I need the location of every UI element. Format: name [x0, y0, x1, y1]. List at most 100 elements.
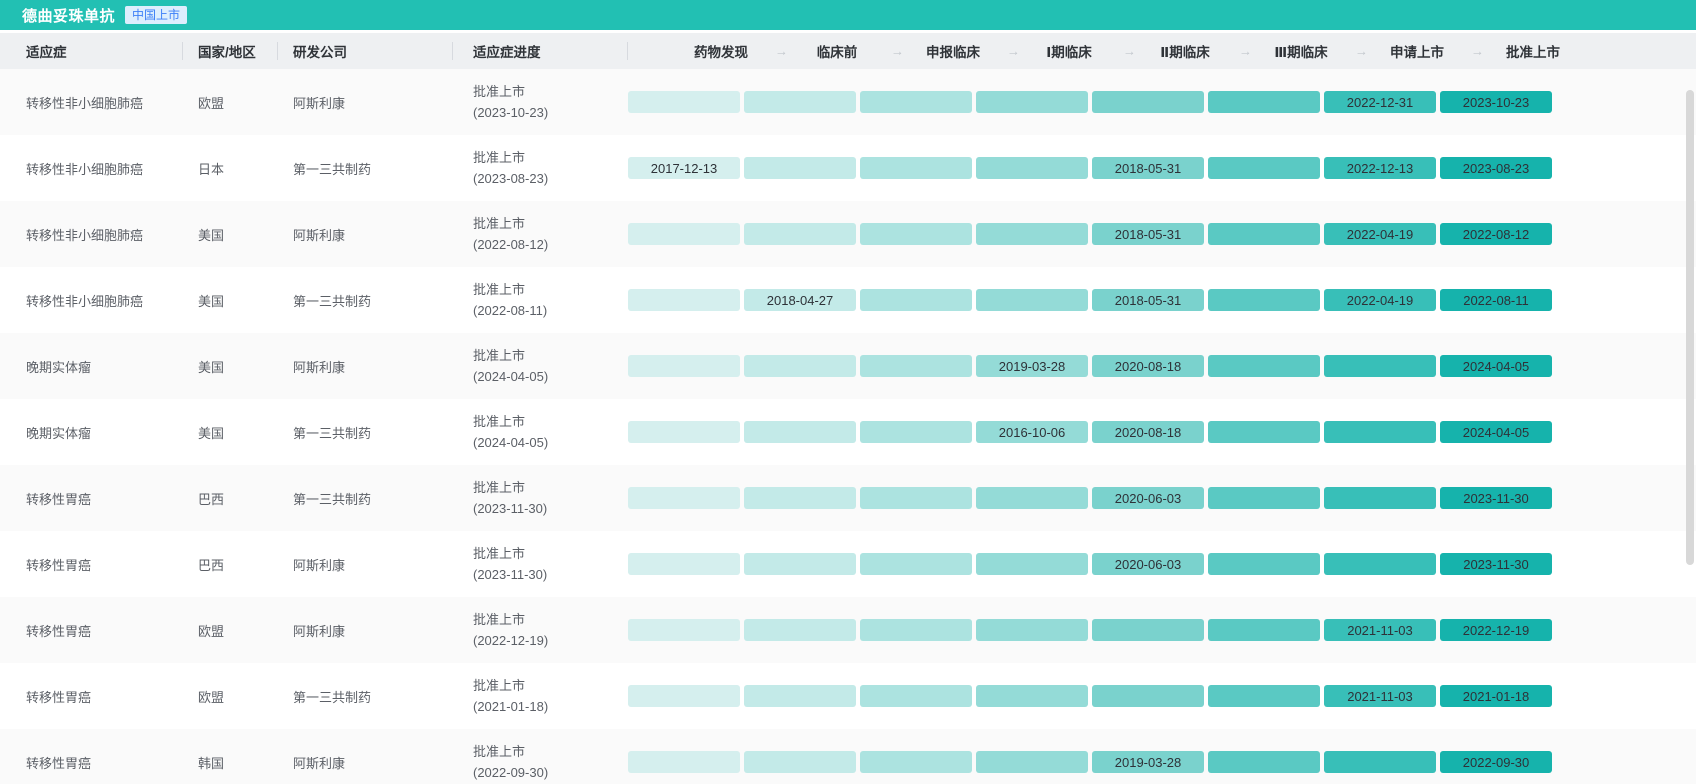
progress-date: (2021-01-18)	[473, 699, 549, 714]
stage-timeline: 2016-10-06 2020-08-18 2024-04-05	[628, 421, 1696, 443]
timeline-bar: 2020-06-03	[1092, 487, 1204, 509]
stage-timeline: 2017-12-13 2018-05-31 2022-12-13 2023-08-23	[628, 157, 1696, 179]
timeline-bar: 2021-11-03	[1324, 685, 1436, 707]
timeline-bar	[1208, 619, 1320, 641]
timeline-bar	[628, 685, 740, 707]
region-cell: 美国	[198, 293, 225, 309]
column-header-progress: 适应症进度	[453, 33, 628, 69]
progress-status: 批准上市	[473, 216, 526, 231]
company-cell: 第一三共制药	[293, 161, 372, 177]
table-row: 转移性非小细胞肺癌 美国 第一三共制药 批准上市 (2022-08-11) 2018-04…	[0, 267, 1696, 333]
vertical-scrollbar-thumb[interactable]	[1686, 90, 1694, 565]
timeline-bar	[628, 751, 740, 773]
timeline-bar: 2018-05-31	[1092, 289, 1204, 311]
timeline-bar	[976, 223, 1088, 245]
timeline-bar	[1324, 553, 1436, 575]
stage-timeline: 2021-11-03 2021-01-18	[628, 685, 1696, 707]
progress-cell: 批准上市 (2023-11-30)	[453, 543, 628, 585]
timeline-bar	[976, 91, 1088, 113]
progress-cell: 批准上市 (2023-11-30)	[453, 477, 628, 519]
timeline-bar	[744, 91, 856, 113]
indication-cell: 转移性非小细胞肺癌	[26, 95, 144, 111]
progress-date: (2022-12-19)	[473, 633, 549, 648]
timeline-bar	[628, 553, 740, 575]
timeline-bar: 2022-12-19	[1440, 619, 1552, 641]
progress-cell: 批准上市 (2024-04-05)	[453, 411, 628, 453]
timeline-bar	[976, 157, 1088, 179]
progress-date: (2023-11-30)	[473, 567, 548, 582]
timeline-bar	[628, 223, 740, 245]
progress-date: (2023-08-23)	[473, 171, 549, 186]
drug-header-bar: 德曲妥珠单抗 中国上市	[0, 0, 1696, 30]
progress-status: 批准上市	[473, 480, 526, 495]
table-row: 转移性非小细胞肺癌 美国 阿斯利康 批准上市 (2022-08-12) 2018-05-3…	[0, 201, 1696, 267]
timeline-bar	[976, 619, 1088, 641]
timeline-bar	[860, 355, 972, 377]
drug-name: 德曲妥珠单抗	[22, 7, 116, 25]
timeline-bar	[860, 157, 972, 179]
stage-header-label: Ⅰ期临床	[1046, 45, 1092, 60]
timeline-bar	[860, 91, 972, 113]
progress-date: (2023-11-30)	[473, 501, 548, 516]
timeline-bar	[1324, 421, 1436, 443]
column-header-region: 国家/地区	[183, 33, 278, 69]
stage-header: 批准上市	[1475, 41, 1591, 61]
progress-cell: 批准上市 (2023-10-23)	[453, 81, 628, 123]
timeline-bar	[1208, 355, 1320, 377]
timeline-bar	[860, 289, 972, 311]
timeline-bar: 2022-08-11	[1440, 289, 1552, 311]
region-cell: 日本	[198, 161, 225, 177]
table-row: 转移性胃癌 欧盟 阿斯利康 批准上市 (2022-12-19) 2021-11-03 202…	[0, 597, 1696, 663]
indication-cell: 转移性胃癌	[26, 557, 92, 573]
timeline-bar: 2022-04-19	[1324, 289, 1436, 311]
timeline-bar: 2022-12-13	[1324, 157, 1436, 179]
progress-cell: 批准上市 (2024-04-05)	[453, 345, 628, 387]
stage-timeline: 2018-05-31 2022-04-19 2022-08-12	[628, 223, 1696, 245]
timeline-bar: 2023-10-23	[1440, 91, 1552, 113]
progress-status: 批准上市	[473, 612, 526, 627]
progress-date: (2022-08-12)	[473, 237, 549, 252]
stage-header: 申请上市 →	[1359, 41, 1484, 61]
company-cell: 第一三共制药	[293, 491, 372, 507]
timeline-bar	[976, 553, 1088, 575]
indication-cell: 转移性非小细胞肺癌	[26, 161, 144, 177]
company-cell: 阿斯利康	[293, 359, 346, 375]
table-row: 晚期实体瘤 美国 第一三共制药 批准上市 (2024-04-05) 2016-10-06 2…	[0, 399, 1696, 465]
company-cell: 阿斯利康	[293, 95, 346, 111]
timeline-bar	[1324, 355, 1436, 377]
timeline-bar: 2022-12-31	[1324, 91, 1436, 113]
stage-header-label: 申请上市	[1390, 45, 1444, 60]
timeline-bar: 2020-06-03	[1092, 553, 1204, 575]
region-cell: 美国	[198, 425, 225, 441]
timeline-bar: 2018-05-31	[1092, 223, 1204, 245]
timeline-bar: 2023-08-23	[1440, 157, 1552, 179]
timeline-bar	[744, 553, 856, 575]
region-cell: 欧盟	[198, 689, 225, 705]
table-row: 转移性胃癌 欧盟 第一三共制药 批准上市 (2021-01-18) 2021-11-03 2…	[0, 663, 1696, 729]
timeline-bar	[744, 223, 856, 245]
table-row: 转移性非小细胞肺癌 欧盟 阿斯利康 批准上市 (2023-10-23) 2022-12-3…	[0, 69, 1696, 135]
timeline-bar	[1208, 223, 1320, 245]
stage-timeline: 2022-12-31 2023-10-23	[628, 91, 1696, 113]
table-row: 转移性胃癌 巴西 第一三共制药 批准上市 (2023-11-30) 2020-06-03 2…	[0, 465, 1696, 531]
timeline-bar	[1208, 685, 1320, 707]
timeline-bar	[744, 157, 856, 179]
china-listed-badge: 中国上市	[125, 5, 188, 25]
timeline-bar: 2021-11-03	[1324, 619, 1436, 641]
column-header-indication: 适应症	[0, 33, 183, 69]
progress-status: 批准上市	[473, 414, 526, 429]
timeline-bar	[744, 685, 856, 707]
progress-cell: 批准上市 (2022-08-11)	[453, 279, 628, 321]
timeline-bar	[1208, 91, 1320, 113]
timeline-bar	[1324, 487, 1436, 509]
timeline-bar	[628, 619, 740, 641]
timeline-bar	[628, 289, 740, 311]
timeline-bar	[628, 355, 740, 377]
timeline-bar	[744, 421, 856, 443]
timeline-bar	[744, 751, 856, 773]
progress-cell: 批准上市 (2021-01-18)	[453, 675, 628, 717]
timeline-bar	[628, 487, 740, 509]
progress-status: 批准上市	[473, 84, 526, 99]
stage-header: Ⅰ期临床 →	[1011, 41, 1136, 61]
company-cell: 第一三共制药	[293, 425, 372, 441]
